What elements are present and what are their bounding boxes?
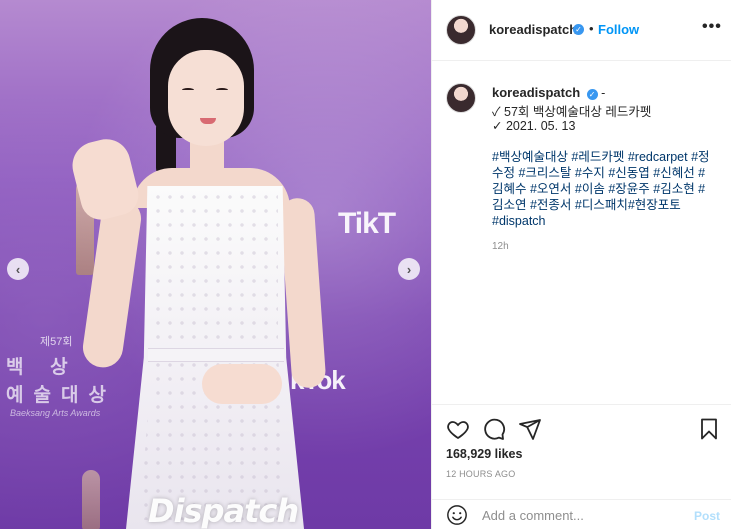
chevron-right-icon: ›: [406, 261, 412, 277]
verified-badge-icon: ✓: [573, 24, 584, 35]
separator-dot: •: [589, 21, 594, 36]
verified-badge-icon: ✓: [586, 89, 598, 100]
caption-hashtags[interactable]: #백상예술대상 #레드카펫 #redcarpet #정수정 #크리스탈 #수지 …: [492, 149, 712, 229]
caption-timestamp[interactable]: 12h: [492, 241, 509, 252]
bookmark-icon[interactable]: [697, 417, 721, 441]
dress-belt: [148, 348, 284, 362]
avatar[interactable]: [446, 15, 476, 45]
comment-icon[interactable]: [482, 417, 506, 441]
share-icon[interactable]: [518, 417, 542, 441]
follow-button[interactable]: Follow: [598, 22, 639, 37]
person-figure: [67, 18, 350, 529]
face: [168, 50, 244, 146]
caption-area: koreadispatch ✓ - ✓ 57회 백상예술대상 레드카펫 ✓ 20…: [432, 61, 731, 404]
likes-count[interactable]: 168,929 likes: [446, 447, 522, 461]
hand: [202, 364, 282, 404]
post-side-panel: koreadispatch ✓ • Follow ••• koreadispat…: [431, 0, 731, 529]
avatar[interactable]: [446, 83, 476, 113]
caption-line: ✓ 2021. 05. 13: [492, 119, 576, 133]
post-actions: 168,929 likes 12 HOURS AGO: [432, 404, 731, 499]
header-username[interactable]: koreadispatch: [489, 22, 577, 37]
backdrop-award-number: 제57회: [40, 336, 73, 348]
dispatch-watermark: Dispatch: [148, 492, 299, 529]
carousel-next-button[interactable]: ›: [398, 258, 420, 280]
caption-username[interactable]: koreadispatch: [492, 85, 580, 100]
emoji-icon[interactable]: [446, 504, 468, 526]
waving-hand: [67, 134, 143, 224]
caption-suffix: -: [601, 86, 606, 100]
post-age[interactable]: 12 HOURS AGO: [446, 469, 515, 479]
comment-bar: Post: [432, 499, 731, 529]
post-comment-button[interactable]: Post: [694, 509, 720, 523]
eye: [182, 88, 194, 92]
eye: [216, 88, 228, 92]
backdrop-award-title: 백 상: [6, 356, 78, 378]
arm: [80, 196, 144, 370]
heart-icon[interactable]: [446, 417, 470, 441]
post-photo[interactable]: TikT kTok 제57회 백 상 예술대상 Baeksang Arts Aw…: [0, 0, 431, 529]
more-options-icon[interactable]: •••: [702, 18, 722, 36]
caption-author: koreadispatch ✓ -: [492, 85, 605, 100]
post-header: koreadispatch ✓ • Follow •••: [432, 0, 731, 61]
chevron-left-icon: ‹: [15, 261, 21, 277]
comment-input[interactable]: [482, 506, 682, 524]
arm: [279, 197, 327, 389]
carousel-prev-button[interactable]: ‹: [7, 258, 29, 280]
